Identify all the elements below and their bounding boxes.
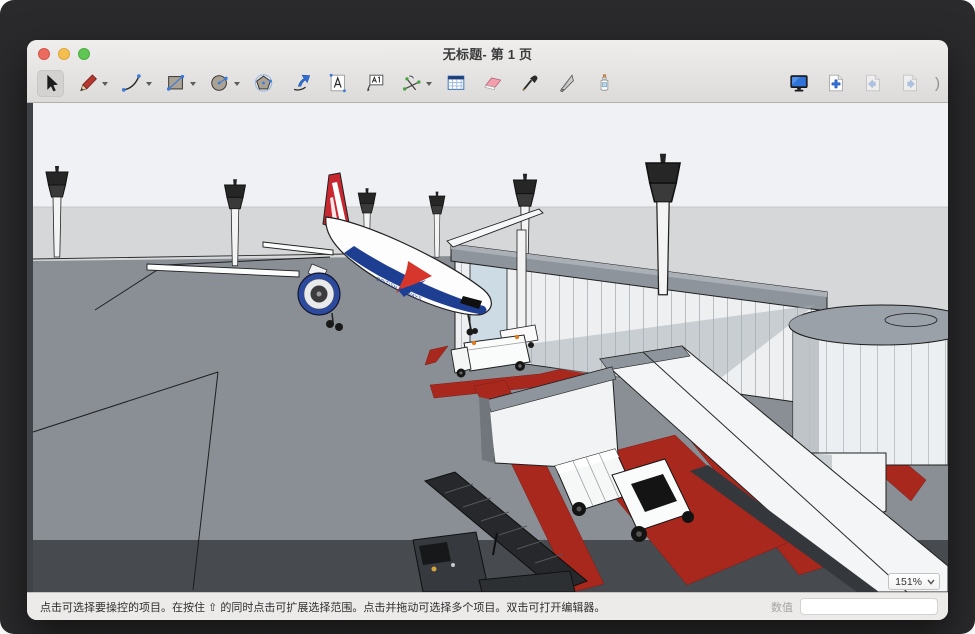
table-tool-button[interactable] (442, 70, 469, 97)
knife-icon (556, 72, 578, 94)
eraser-tool-button[interactable] (479, 70, 506, 97)
rectangle-tool-caret[interactable] (190, 82, 196, 86)
circle-tool-button[interactable] (206, 70, 233, 97)
line-tool-caret[interactable] (102, 82, 108, 86)
titlebar[interactable]: 无标题- 第 1 页 (27, 40, 948, 66)
join-tool-button[interactable] (590, 70, 617, 97)
cursor-arrow-icon (40, 72, 62, 94)
offset-tool-button[interactable] (287, 70, 314, 97)
add-page-icon (825, 72, 847, 94)
circle-icon (209, 72, 231, 94)
value-label: 数值 (771, 599, 793, 615)
split-tool-button[interactable] (553, 70, 580, 97)
select-tool-button[interactable] (37, 70, 64, 97)
label-icon (364, 72, 386, 94)
eyedropper-icon (519, 72, 541, 94)
polygon-icon (253, 72, 275, 94)
text-tool-button[interactable] (324, 70, 351, 97)
zoom-level-value: 151% (895, 576, 922, 588)
line-tool-button[interactable] (74, 70, 101, 97)
toolbar: ) (27, 66, 948, 102)
pencil-icon (77, 72, 99, 94)
dimension-icon (401, 72, 423, 94)
engine (298, 273, 340, 315)
table-icon (445, 72, 467, 94)
dimension-tool-caret[interactable] (426, 82, 432, 86)
start-presentation-button[interactable] (785, 70, 812, 97)
zoom-button[interactable] (78, 48, 90, 60)
label-tool-button[interactable] (361, 70, 388, 97)
arc-tool-caret[interactable] (146, 82, 152, 86)
chevron-down-icon (927, 579, 935, 585)
close-button[interactable] (38, 48, 50, 60)
status-hint: 点击可选择要操控的项目。在按住 ⇧ 的同时点击可扩展选择范围。点击并拖动可选择多… (40, 599, 605, 615)
value-input[interactable] (800, 598, 938, 615)
offset-arrow-icon (290, 72, 312, 94)
traffic-lights (38, 48, 90, 60)
terminal-rotunda (789, 305, 948, 465)
circle-tool-caret[interactable] (234, 82, 240, 86)
next-page-button[interactable] (896, 70, 923, 97)
model-viewport[interactable]: BRITISH AIRWAYS (27, 103, 948, 592)
previous-page-icon (862, 72, 884, 94)
rectangle-icon (165, 72, 187, 94)
canvas-left-edge (27, 103, 33, 592)
layout-window: 无标题- 第 1 页 (27, 40, 948, 620)
window-header: 无标题- 第 1 页 (27, 40, 948, 103)
sky (33, 103, 948, 213)
desktop-backdrop: 无标题- 第 1 页 (0, 0, 975, 634)
rectangle-tool-button[interactable] (162, 70, 189, 97)
document-canvas[interactable]: BRITISH AIRWAYS (27, 103, 948, 592)
presentation-monitor-icon (788, 72, 810, 94)
text-icon (327, 72, 349, 94)
dimension-tool-button[interactable] (398, 70, 425, 97)
glue-bottle-icon (593, 72, 615, 94)
previous-page-button[interactable] (859, 70, 886, 97)
window-title: 无标题- 第 1 页 (443, 44, 532, 63)
style-eyedropper-button[interactable] (516, 70, 543, 97)
polygon-tool-button[interactable] (250, 70, 277, 97)
toolbar-overflow-indicator[interactable]: ) (935, 75, 940, 92)
minimize-button[interactable] (58, 48, 70, 60)
add-page-button[interactable] (822, 70, 849, 97)
next-page-icon (899, 72, 921, 94)
arc-tool-button[interactable] (118, 70, 145, 97)
zoom-level-select[interactable]: 151% (888, 573, 940, 590)
arc-icon (121, 72, 143, 94)
status-bar: 点击可选择要操控的项目。在按住 ⇧ 的同时点击可扩展选择范围。点击并拖动可选择多… (27, 592, 948, 620)
eraser-icon (482, 72, 504, 94)
